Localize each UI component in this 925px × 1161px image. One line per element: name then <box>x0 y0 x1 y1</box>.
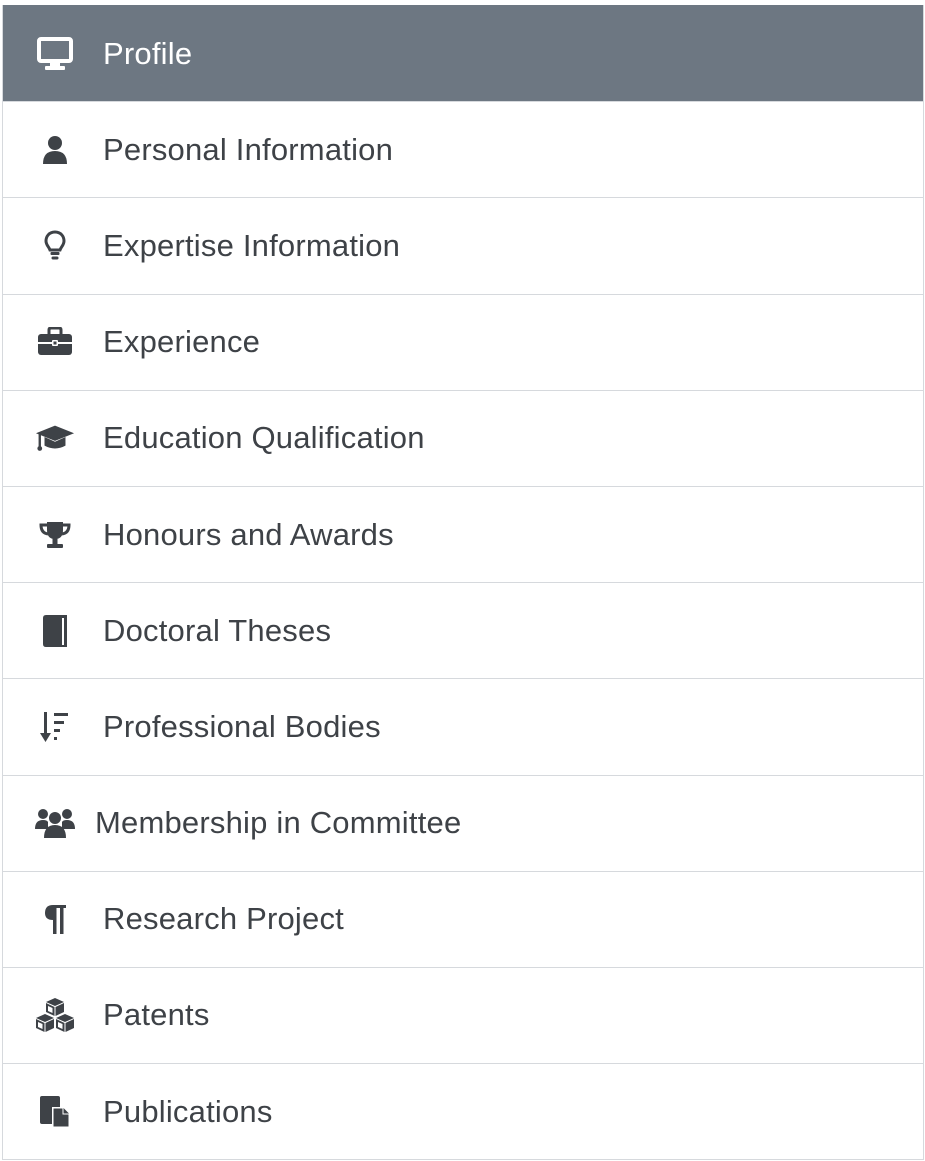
menu-item-education-qualification[interactable]: Education Qualification <box>3 389 923 486</box>
menu-item-label: Publications <box>103 1093 273 1129</box>
menu-item-patents[interactable]: Patents <box>3 966 923 1063</box>
briefcase-icon <box>35 322 75 362</box>
menu-item-label: Doctoral Theses <box>103 612 332 648</box>
lightbulb-icon <box>35 226 75 266</box>
book-icon <box>35 611 75 651</box>
menu-item-label: Patents <box>103 997 210 1033</box>
menu-item-label: Experience <box>103 324 261 360</box>
users-icon <box>35 803 75 843</box>
menu-item-professional-bodies[interactable]: Professional Bodies <box>3 678 923 774</box>
menu-item-label: Membership in Committee <box>95 805 462 841</box>
user-icon <box>35 130 75 170</box>
cubes-icon <box>35 995 75 1035</box>
paragraph-icon <box>35 899 75 939</box>
profile-sidebar-menu: Profile Personal Information Expertise I… <box>2 5 924 1161</box>
menu-item-label: Honours and Awards <box>103 516 394 552</box>
menu-item-research-project[interactable]: Research Project <box>3 870 923 967</box>
menu-item-label: Education Qualification <box>103 420 425 456</box>
menu-item-expertise-information[interactable]: Expertise Information <box>3 197 923 293</box>
menu-item-label: Professional Bodies <box>103 708 381 744</box>
menu-item-label: Expertise Information <box>103 227 401 263</box>
menu-item-doctoral-theses[interactable]: Doctoral Theses <box>3 582 923 678</box>
menu-item-personal-information[interactable]: Personal Information <box>3 101 923 197</box>
trophy-icon <box>35 515 75 555</box>
menu-item-label: Research Project <box>103 901 344 937</box>
menu-item-membership-in-committee[interactable]: Membership in Committee <box>3 774 923 871</box>
menu-item-label: Profile <box>103 35 193 71</box>
menu-item-profile[interactable]: Profile <box>3 5 923 102</box>
menu-item-honours-and-awards[interactable]: Honours and Awards <box>3 485 923 582</box>
graduation-cap-icon <box>35 418 75 458</box>
paste-icon <box>35 1092 75 1132</box>
desktop-icon <box>35 34 75 74</box>
menu-item-experience[interactable]: Experience <box>3 293 923 390</box>
sort-amount-down-icon <box>35 707 75 747</box>
menu-item-label: Personal Information <box>103 131 394 167</box>
menu-item-publications[interactable]: Publications <box>3 1063 923 1159</box>
